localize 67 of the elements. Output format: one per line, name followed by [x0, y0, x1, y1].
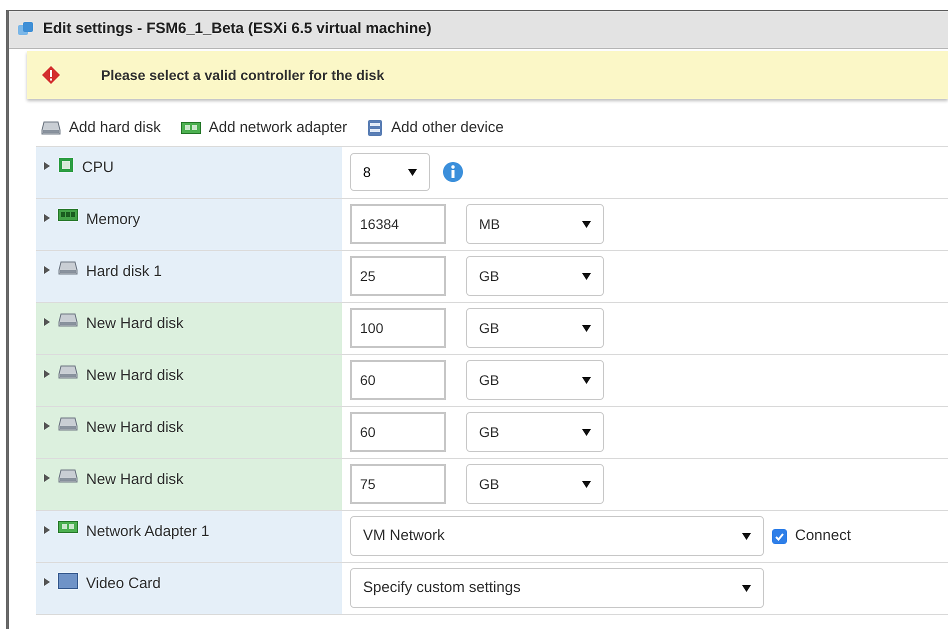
select-value: GB	[479, 370, 500, 390]
checkmark-icon	[774, 530, 785, 542]
expand-icon[interactable]	[44, 526, 50, 534]
unit-select[interactable]: GB	[466, 256, 604, 296]
expand-icon[interactable]	[44, 162, 50, 170]
device-label: Network Adapter 1	[86, 522, 210, 542]
error-icon	[41, 65, 61, 85]
device-label: New Hard disk	[86, 418, 184, 438]
device-label: New Hard disk	[86, 470, 184, 490]
caret-icon	[408, 168, 417, 176]
connect-label: Connect	[795, 526, 851, 546]
connect-checkbox[interactable]	[772, 528, 787, 544]
memory-module-icon	[58, 208, 78, 220]
expand-icon[interactable]	[44, 422, 50, 430]
device-label: New Hard disk	[86, 314, 184, 334]
caret-icon	[742, 532, 751, 540]
caret-icon	[582, 220, 591, 228]
expand-icon[interactable]	[44, 474, 50, 482]
device-label: Memory	[86, 210, 140, 230]
caret-icon	[582, 324, 591, 332]
device-icon	[367, 119, 384, 138]
select-value: GB	[479, 422, 500, 442]
toolbar-button[interactable]: Add network adapter	[180, 117, 348, 140]
select-value: 8	[363, 162, 371, 182]
size-field[interactable]: 75	[350, 464, 446, 504]
device-label: Hard disk 1	[86, 262, 162, 282]
expand-icon[interactable]	[44, 318, 50, 326]
toolbar-button[interactable]: Add hard disk	[41, 117, 161, 140]
select-value: GB	[479, 318, 500, 338]
select-value: MB	[479, 214, 500, 234]
expand-icon[interactable]	[44, 214, 50, 222]
alert-message: Please select a valid controller for the disk	[101, 66, 384, 84]
unit-select[interactable]: GB	[466, 464, 604, 504]
network-card-icon	[58, 520, 78, 532]
size-field[interactable]: 60	[350, 360, 446, 400]
size-field[interactable]: 60	[350, 412, 446, 452]
device-label: Video Card	[86, 574, 161, 594]
unit-select[interactable]: GB	[466, 412, 604, 452]
unit-select[interactable]: GB	[466, 308, 604, 348]
caret-icon	[582, 428, 591, 436]
caret-icon	[582, 376, 591, 384]
info-icon[interactable]	[442, 161, 464, 183]
size-field[interactable]: 25	[350, 256, 446, 296]
window-title: Edit settings - FSM6_1_Beta (ESXi 6.5 virtual machine)	[43, 19, 432, 40]
monitor-icon	[58, 572, 78, 588]
network-select[interactable]: VM Network	[350, 516, 764, 556]
expand-icon[interactable]	[44, 266, 50, 274]
chip-icon	[58, 156, 74, 172]
select-value: VM Network	[363, 526, 445, 546]
expand-icon[interactable]	[44, 370, 50, 378]
caret-icon	[582, 272, 591, 280]
device-label: CPU	[82, 158, 114, 178]
device-label: New Hard disk	[86, 366, 184, 386]
expand-icon[interactable]	[44, 578, 50, 586]
toolbar-button[interactable]: Add other device	[367, 117, 504, 140]
size-field[interactable]: 100	[350, 308, 446, 348]
caret-icon	[742, 584, 751, 592]
cpu-select[interactable]: 8	[350, 153, 430, 191]
select-value: GB	[479, 266, 500, 286]
caret-icon	[582, 480, 591, 488]
unit-select[interactable]: MB	[466, 204, 604, 244]
video-select[interactable]: Specify custom settings	[350, 568, 764, 608]
size-field[interactable]: 16384	[350, 204, 446, 244]
select-value: GB	[479, 474, 500, 494]
unit-select[interactable]: GB	[466, 360, 604, 400]
select-value: Specify custom settings	[363, 578, 521, 598]
network-card-icon	[180, 122, 201, 134]
